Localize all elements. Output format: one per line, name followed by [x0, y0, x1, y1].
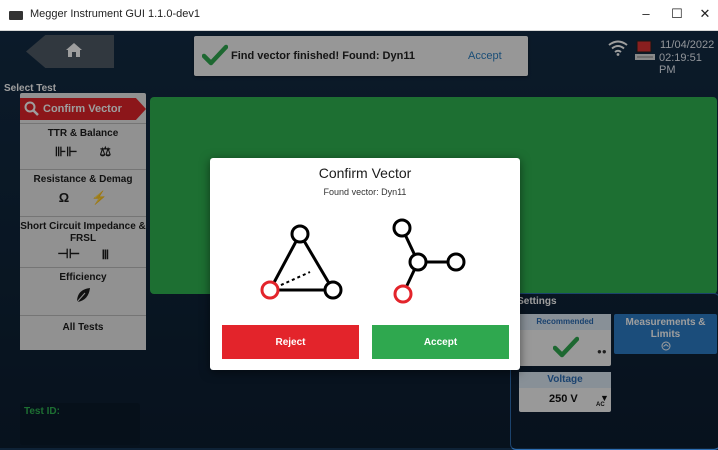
- accept-button[interactable]: Accept: [372, 325, 509, 359]
- maximize-button[interactable]: ☐: [667, 6, 687, 22]
- vector-diagram: [260, 218, 466, 304]
- delta-winding-icon: [260, 224, 343, 300]
- minimize-button[interactable]: –: [636, 6, 656, 21]
- app-icon: [9, 11, 23, 20]
- wye-winding-icon: [392, 218, 466, 304]
- reject-button[interactable]: Reject: [222, 325, 359, 359]
- window-title: Megger Instrument GUI 1.1.0-dev1: [30, 8, 200, 20]
- confirm-vector-dialog: Confirm Vector Found vector: Dyn11 Rejec…: [210, 158, 520, 370]
- window-titlebar: Megger Instrument GUI 1.1.0-dev1 – ☐ ✕: [0, 0, 718, 31]
- close-button[interactable]: ✕: [695, 6, 715, 22]
